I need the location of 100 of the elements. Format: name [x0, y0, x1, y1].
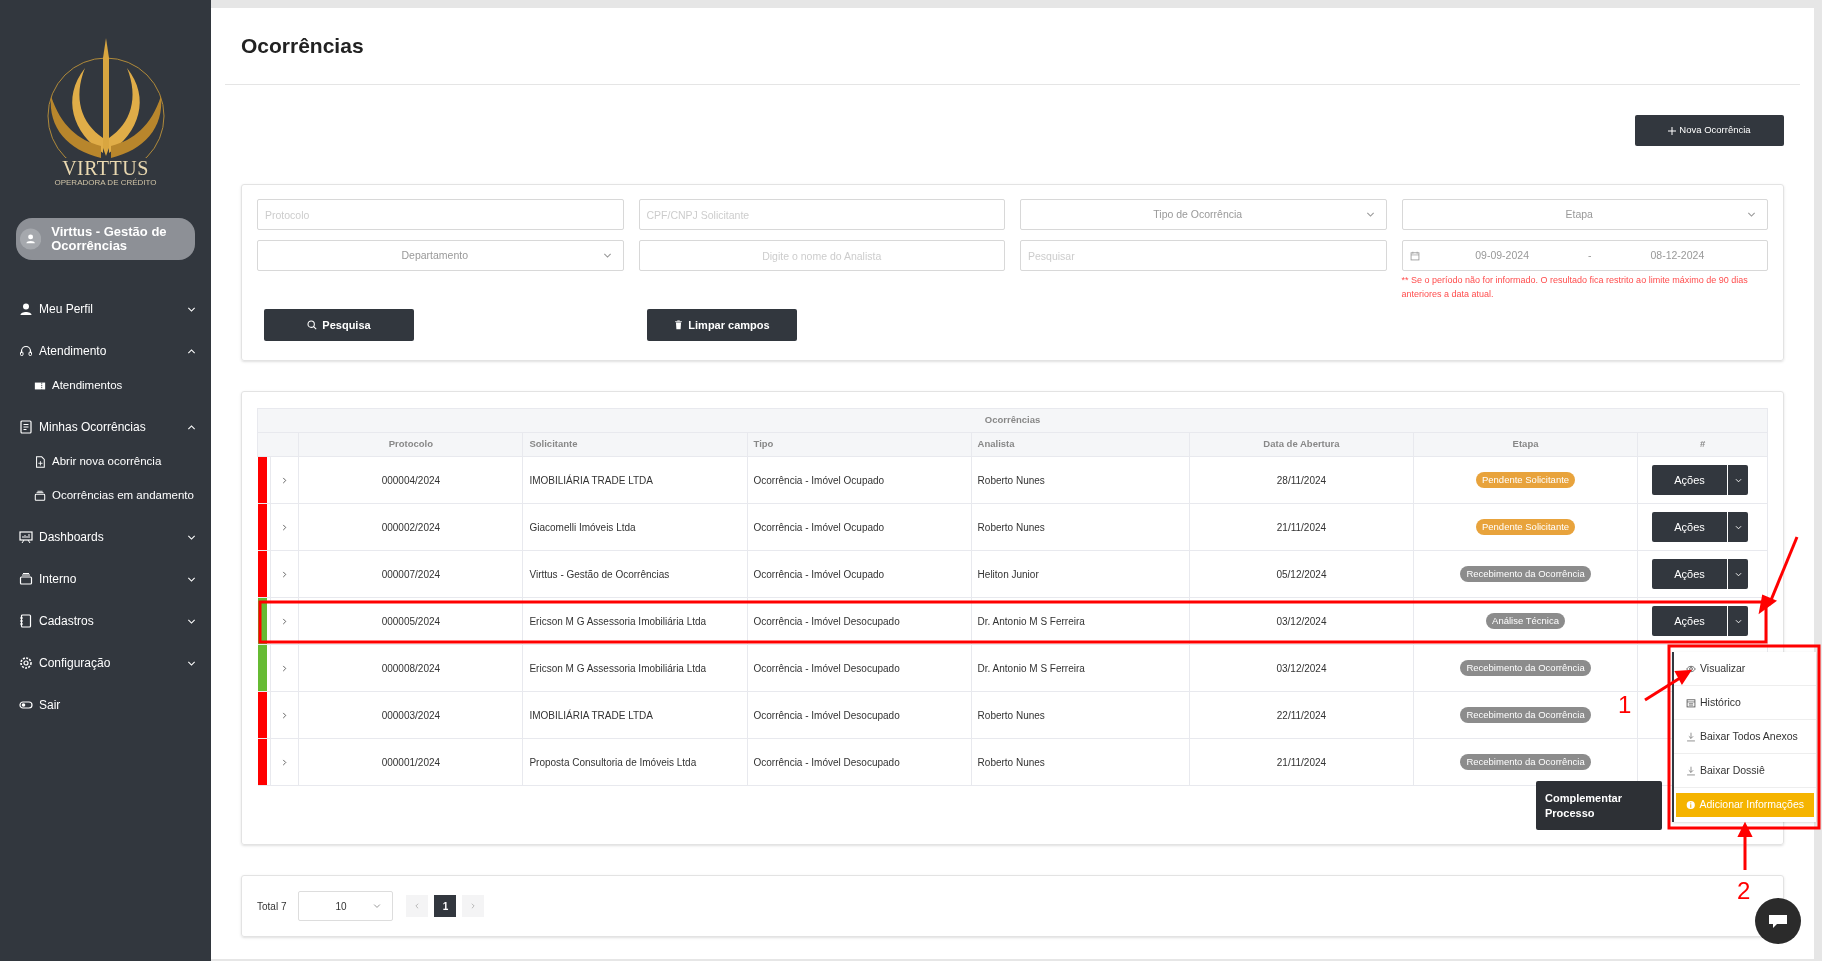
table-cell: Ocorrência - Imóvel Desocupado	[747, 691, 972, 739]
table-cell: 000007/2024	[298, 550, 523, 598]
tooltip: Complementar Processo	[1536, 781, 1662, 830]
expand-row-icon[interactable]	[280, 523, 289, 533]
chevron-down-icon	[372, 901, 383, 911]
expand-row-icon[interactable]	[280, 476, 289, 486]
plus-icon	[1668, 126, 1677, 135]
table-cell: Roberto Nunes	[971, 456, 1190, 504]
table-cell: Ocorrência - Imóvel Desocupado	[747, 644, 972, 692]
table-cell: 03/12/2024	[1189, 644, 1414, 692]
expand-row-icon[interactable]	[280, 758, 289, 768]
annotation-arrow	[1644, 669, 1692, 702]
column-header: Etapa	[1413, 432, 1638, 457]
column-header: Solicitante	[522, 432, 747, 457]
expand-row-icon[interactable]	[280, 664, 289, 674]
table-cell: IMOBILIÁRIA TRADE LTDA	[522, 691, 747, 739]
table-cell: Ericson M G Assessoria Imobiliária Ltda	[522, 597, 747, 645]
clear-button[interactable]: Limpar campos	[647, 309, 797, 341]
user-name: Virttus - Gestão de Ocorrências	[51, 225, 168, 253]
stage-badge: Recebimento da Ocorrência	[1460, 706, 1591, 724]
menu-item[interactable]: Baixar Todos Anexos	[1674, 720, 1816, 754]
table-cell: IMOBILIÁRIA TRADE LTDA	[522, 456, 747, 504]
column-header: Protocolo	[298, 432, 523, 457]
table-cell: Roberto Nunes	[971, 503, 1190, 551]
toggle-icon	[19, 698, 33, 712]
expand-row-icon[interactable]	[280, 711, 289, 721]
table-cell: 000004/2024	[298, 456, 523, 504]
download-icon	[1686, 731, 1696, 742]
annotation-number: 1	[1618, 692, 1632, 718]
trash-icon	[674, 320, 684, 330]
stage-badge: Análise Técnica	[1486, 612, 1565, 630]
table-cell: Roberto Nunes	[971, 691, 1190, 739]
expand-row-icon[interactable]	[280, 570, 289, 580]
folder-icon	[19, 572, 33, 586]
table-cell: 000005/2024	[298, 597, 523, 645]
table-cell: 000001/2024	[298, 738, 523, 786]
new-occurrence-button[interactable]: Nova Ocorrência	[1635, 115, 1784, 146]
page-title: Ocorrências	[241, 33, 364, 60]
search-button[interactable]: Pesquisa	[264, 309, 414, 341]
expand-row-icon[interactable]	[280, 617, 289, 627]
presentation-icon	[19, 530, 33, 544]
actions-button[interactable]: Ações	[1652, 465, 1728, 495]
stage-badge: Recebimento da Ocorrência	[1460, 565, 1591, 583]
actions-dropdown-toggle[interactable]	[1728, 465, 1749, 495]
table-cell: Heliton Junior	[971, 550, 1190, 598]
table-cell: Ocorrência - Imóvel Ocupado	[747, 550, 972, 598]
table-cell: Ocorrência - Imóvel Ocupado	[747, 503, 972, 551]
ticket-icon	[34, 380, 46, 392]
menu-item[interactable]: Histórico	[1674, 686, 1816, 720]
page-size-select[interactable]: 10	[298, 891, 394, 921]
actions-button[interactable]: Ações	[1652, 606, 1728, 636]
info-icon	[1686, 800, 1696, 810]
column-header: Data de Abertura	[1189, 432, 1414, 457]
stage-badge: Pendente Solicitante	[1475, 471, 1576, 489]
table-cell: 21/11/2024	[1189, 503, 1414, 551]
sidebar-item[interactable]: Cadastros	[0, 600, 211, 642]
table-group-header: Ocorrências	[257, 408, 1768, 433]
table-cell: 03/12/2024	[1189, 597, 1414, 645]
calendar-icon	[1409, 250, 1420, 261]
table-cell: 05/12/2024	[1189, 550, 1414, 598]
sidebar-item[interactable]: Meu Perfil	[0, 288, 211, 330]
sidebar-item[interactable]: Configuração	[0, 642, 211, 684]
stage-badge: Pendente Solicitante	[1475, 518, 1576, 536]
annotation-arrow	[1737, 821, 1753, 870]
table-cell: Dr. Antonio M S Ferreira	[971, 644, 1190, 692]
menu-item[interactable]: Baixar Dossiê	[1674, 754, 1816, 788]
logo-tagline: OPERADORA DE CRÉDITO	[52, 178, 159, 188]
actions-dropdown-toggle[interactable]	[1728, 512, 1749, 542]
notebook-icon	[19, 614, 33, 628]
actions-dropdown-toggle[interactable]	[1728, 559, 1749, 589]
table-cell: Ocorrência - Imóvel Desocupado	[747, 597, 972, 645]
sidebar-item[interactable]: Dashboards	[0, 516, 211, 558]
table-cell: Roberto Nunes	[971, 738, 1190, 786]
table-cell: 28/11/2024	[1189, 456, 1414, 504]
table-cell: Ocorrência - Imóvel Ocupado	[747, 456, 972, 504]
table-cell: Ocorrência - Imóvel Desocupado	[747, 738, 972, 786]
column-header: Tipo	[747, 432, 972, 457]
sidebar-item[interactable]: Sair	[0, 684, 211, 726]
date-range-note: ** Se o período não for informado. O resultado fica restrito ao limite máximo de 90 dias anteriores a data atual.	[1401, 274, 1749, 301]
table-cell: 000003/2024	[298, 691, 523, 739]
actions-button[interactable]: Ações	[1652, 559, 1728, 589]
settings-icon	[19, 656, 33, 670]
table-cell: 000002/2024	[298, 503, 523, 551]
column-header: #	[1637, 432, 1768, 457]
download-icon	[1686, 765, 1696, 776]
eye-icon	[1686, 663, 1696, 674]
table-cell: 22/11/2024	[1189, 691, 1414, 739]
sidebar-item[interactable]: Interno	[0, 558, 211, 600]
chat-icon	[1767, 912, 1789, 930]
folder-icon	[34, 490, 46, 502]
sidebar-subitem[interactable]: Ocorrências em andamento	[0, 478, 211, 514]
chevron-right-icon	[469, 902, 478, 910]
table-cell: Virttus - Gestão de Ocorrências	[522, 550, 747, 598]
actions-button[interactable]: Ações	[1652, 512, 1728, 542]
column-header: Analista	[971, 432, 1190, 457]
actions-dropdown-toggle[interactable]	[1728, 606, 1749, 636]
stage-badge: Recebimento da Ocorrência	[1460, 753, 1591, 771]
search-icon	[307, 320, 318, 330]
user-icon	[19, 302, 33, 316]
page-button[interactable]: 1	[434, 895, 457, 917]
